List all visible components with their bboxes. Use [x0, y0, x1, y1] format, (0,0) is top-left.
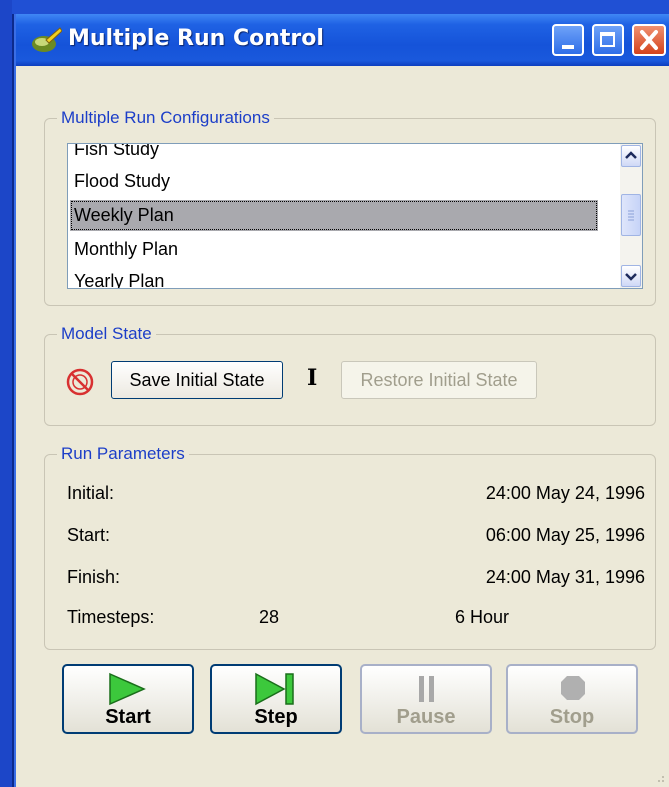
stop-button[interactable]: Stop [506, 664, 638, 734]
list-scrollbar[interactable] [620, 144, 642, 288]
scroll-thumb[interactable] [621, 194, 641, 236]
start-label: Start: [67, 525, 111, 545]
timestep-size: 6 Hour [455, 607, 510, 627]
list-item-monthly-plan[interactable]: Monthly Plan [70, 234, 598, 265]
initial-label: Initial: [67, 483, 115, 503]
resize-grip-icon[interactable] [653, 771, 665, 783]
stop-icon [561, 676, 585, 700]
timesteps-label: Timesteps: [67, 607, 155, 627]
run-parameters-legend: Run Parameters [57, 442, 189, 466]
close-icon[interactable] [632, 24, 666, 56]
app-icon [32, 27, 62, 52]
minimize-icon[interactable] [552, 24, 584, 56]
desktop-edge [0, 0, 12, 787]
configurations-list[interactable]: Fish Study Flood Study Weekly Plan Month… [67, 143, 643, 289]
restore-initial-state-button[interactable]: Restore Initial State [341, 361, 537, 399]
multiple-run-control-window: Multiple Run Control Multiple Run Config… [14, 14, 669, 787]
timesteps-count: 28 [259, 607, 280, 627]
pause-icon [419, 676, 434, 702]
list-item-yearly-plan[interactable]: Yearly Plan [70, 266, 598, 288]
finish-value: 24:00 May 31, 1996 [485, 567, 645, 587]
start-value: 06:00 May 25, 1996 [485, 525, 645, 545]
save-initial-state-button[interactable]: Save Initial State [111, 361, 283, 399]
initial-value: 24:00 May 24, 1996 [485, 483, 645, 503]
model-state-legend: Model State [57, 322, 156, 346]
title-bar[interactable]: Multiple Run Control [16, 14, 669, 66]
stop-label: Stop [549, 706, 595, 728]
finish-label: Finish: [67, 567, 121, 587]
list-item-flood-study[interactable]: Flood Study [70, 166, 598, 197]
step-icon [255, 672, 294, 706]
list-item-fish-study[interactable]: Fish Study [70, 144, 598, 165]
chevron-up-icon [625, 151, 637, 159]
run-parameters-group: Run Parameters Initial: 24:00 May 24, 19… [44, 442, 656, 650]
start-label: Start [105, 706, 151, 728]
desktop-top [0, 0, 669, 14]
scroll-down-button[interactable] [621, 265, 641, 287]
step-label: Step [254, 706, 298, 728]
maximize-icon[interactable] [592, 24, 624, 56]
no-save-icon [66, 368, 94, 396]
step-button[interactable]: Step [210, 664, 342, 734]
play-icon [109, 672, 146, 706]
list-item-weekly-plan[interactable]: Weekly Plan [70, 200, 598, 231]
text-cursor-icon: I [307, 365, 318, 391]
configurations-legend: Multiple Run Configurations [57, 106, 274, 130]
start-button[interactable]: Start [62, 664, 194, 734]
configurations-group: Multiple Run Configurations Fish Study F… [44, 106, 656, 306]
pause-label: Pause [396, 706, 456, 728]
model-state-group: Model State Save Initial State I Restore… [44, 322, 656, 426]
pause-button[interactable]: Pause [360, 664, 492, 734]
chevron-down-icon [625, 273, 637, 281]
window-title: Multiple Run Control [68, 26, 324, 51]
scroll-up-button[interactable] [621, 145, 641, 167]
